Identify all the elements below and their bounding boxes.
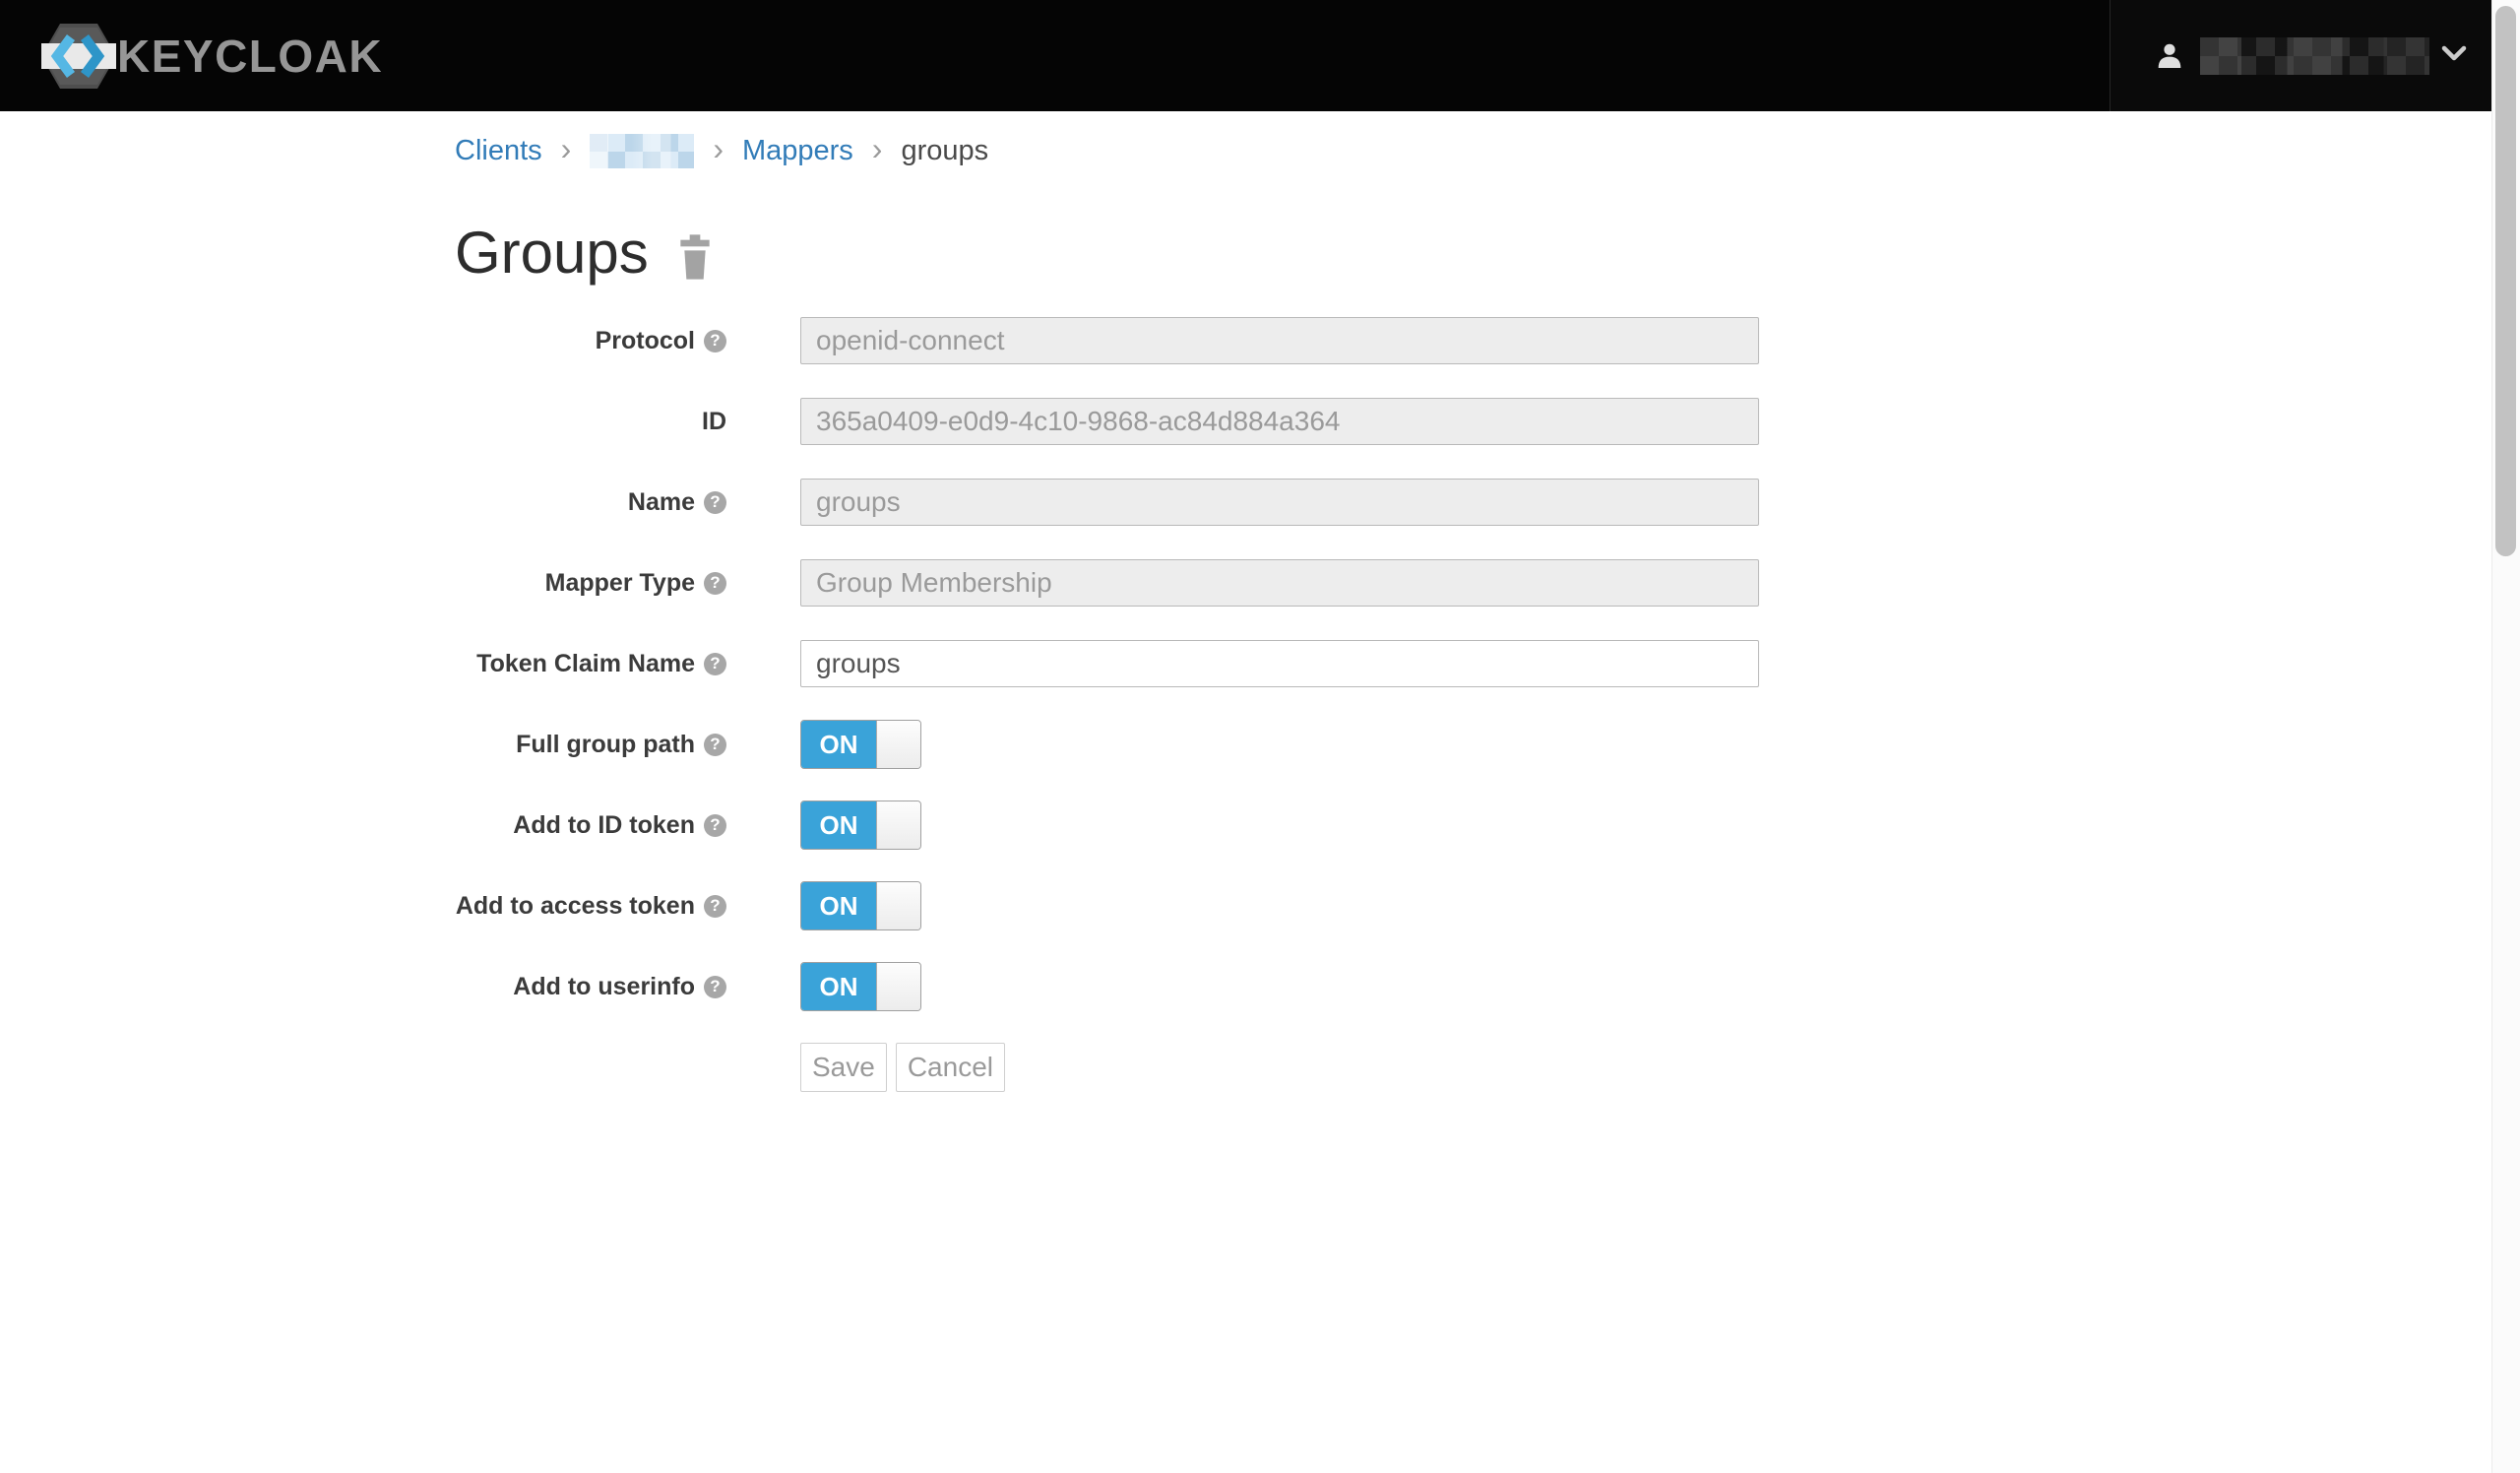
field-label-group: ID [455, 408, 726, 436]
chevron-down-icon [2441, 45, 2467, 66]
field-label: Token Claim Name [476, 650, 695, 678]
field-label-group: Mapper Type ? [455, 569, 726, 598]
field-row-full-group-path: Full group path ? ON [455, 720, 1759, 769]
field-label-group: Add to userinfo ? [455, 973, 726, 1001]
scrollbar-track [2491, 0, 2520, 1473]
redacted-client-name[interactable] [590, 134, 694, 168]
add-to-userinfo-toggle[interactable]: ON [800, 962, 921, 1011]
help-icon[interactable]: ? [704, 734, 726, 756]
field-row-id: ID [455, 397, 1759, 446]
toggle-on-label: ON [801, 721, 876, 768]
user-menu[interactable] [2110, 0, 2491, 111]
delete-mapper-button[interactable] [675, 234, 715, 280]
token-claim-name-input[interactable] [800, 640, 1759, 687]
keycloak-logo-text: KEYCLOAK [117, 30, 383, 83]
field-control [800, 559, 1759, 607]
field-row-add-to-userinfo: Add to userinfo ? ON [455, 962, 1759, 1011]
breadcrumb-separator: › [713, 133, 724, 168]
breadcrumb-mappers-link[interactable]: Mappers [742, 135, 853, 167]
field-row-mapper-type: Mapper Type ? [455, 558, 1759, 608]
field-label: Protocol [596, 327, 695, 355]
keycloak-hexagon-icon [41, 24, 116, 89]
add-to-id-token-toggle[interactable]: ON [800, 801, 921, 850]
field-label-group: Add to ID token ? [455, 811, 726, 840]
protocol-input [800, 317, 1759, 364]
scrollbar-thumb[interactable] [2495, 6, 2516, 556]
help-icon[interactable]: ? [704, 976, 726, 998]
id-input [800, 398, 1759, 445]
toggle-handle[interactable] [876, 882, 920, 929]
help-icon[interactable]: ? [704, 330, 726, 352]
field-label: Full group path [516, 731, 695, 759]
breadcrumb-clients-link[interactable]: Clients [455, 135, 542, 167]
field-label: Add to ID token [513, 811, 695, 840]
field-control [800, 640, 1759, 687]
toggle-handle[interactable] [876, 963, 920, 1010]
field-control [800, 398, 1759, 445]
save-button[interactable]: Save [800, 1043, 887, 1092]
help-icon[interactable]: ? [704, 491, 726, 514]
field-label: Add to access token [456, 892, 695, 921]
field-control: ON [800, 962, 921, 1011]
breadcrumb-separator: › [561, 133, 572, 168]
field-label: Name [628, 488, 695, 517]
toggle-on-label: ON [801, 963, 876, 1010]
help-icon[interactable]: ? [704, 653, 726, 675]
breadcrumb: Clients › › Mappers › groups [455, 133, 1759, 168]
field-control: ON [800, 720, 921, 769]
help-icon[interactable]: ? [704, 572, 726, 595]
field-label-group: Full group path ? [455, 731, 726, 759]
redacted-username [2200, 37, 2429, 75]
mapper-type-input [800, 559, 1759, 607]
field-label-group: Add to access token ? [455, 892, 726, 921]
field-label: Mapper Type [545, 569, 695, 598]
field-label-group: Token Claim Name ? [455, 650, 726, 678]
user-icon [2154, 40, 2185, 72]
add-to-access-token-toggle[interactable]: ON [800, 881, 921, 930]
main-content: Clients › › Mappers › groups Groups Prot… [455, 133, 1759, 1092]
field-row-add-to-id-token: Add to ID token ? ON [455, 801, 1759, 850]
field-row-protocol: Protocol ? [455, 316, 1759, 365]
toggle-on-label: ON [801, 801, 876, 849]
cancel-button[interactable]: Cancel [896, 1043, 1005, 1092]
breadcrumb-separator: › [872, 133, 883, 168]
field-label-group: Name ? [455, 488, 726, 517]
full-group-path-toggle[interactable]: ON [800, 720, 921, 769]
field-label-group: Protocol ? [455, 327, 726, 355]
keycloak-logo[interactable]: KEYCLOAK [41, 22, 383, 91]
page-title: Groups [455, 218, 649, 288]
field-control: ON [800, 801, 921, 850]
field-row-token-claim-name: Token Claim Name ? [455, 639, 1759, 688]
field-label: Add to userinfo [513, 973, 695, 1001]
field-label: ID [702, 408, 726, 436]
name-input [800, 479, 1759, 526]
mapper-form: Protocol ? ID Name ? Mapper Type ? Token… [455, 316, 1759, 1011]
top-navbar: KEYCLOAK [0, 0, 2491, 111]
help-icon[interactable]: ? [704, 814, 726, 837]
form-actions: Save Cancel [800, 1043, 1759, 1092]
field-row-name: Name ? [455, 478, 1759, 527]
field-row-add-to-access-token: Add to access token ? ON [455, 881, 1759, 930]
toggle-on-label: ON [801, 882, 876, 929]
toggle-handle[interactable] [876, 801, 920, 849]
field-control [800, 479, 1759, 526]
toggle-handle[interactable] [876, 721, 920, 768]
field-control [800, 317, 1759, 364]
breadcrumb-current: groups [901, 135, 988, 167]
help-icon[interactable]: ? [704, 895, 726, 918]
field-control: ON [800, 881, 921, 930]
